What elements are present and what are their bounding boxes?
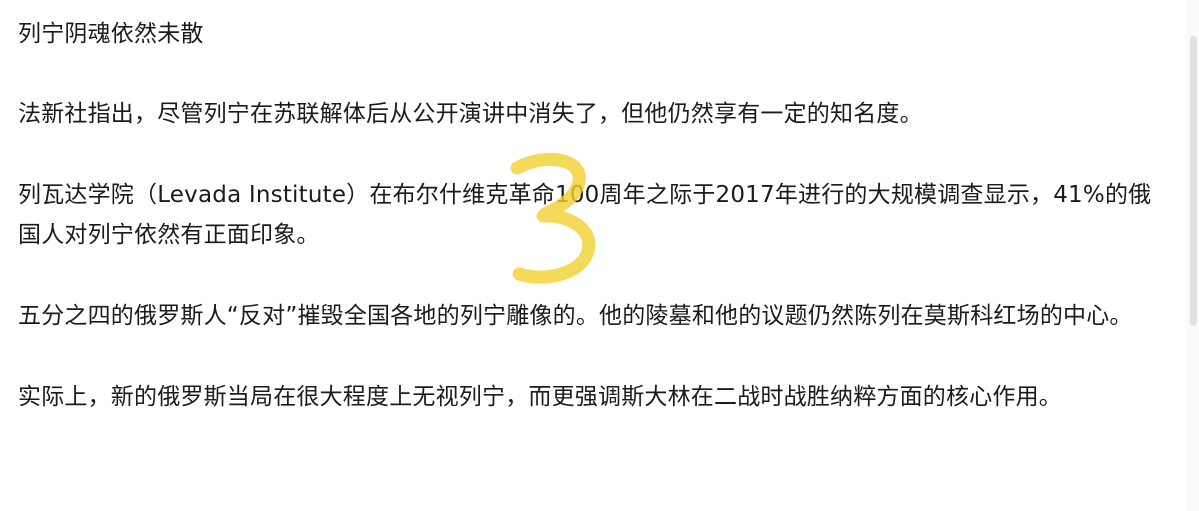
vertical-scrollbar[interactable]	[1187, 0, 1199, 511]
paragraph-levada-survey: 列瓦达学院（Levada Institute）在布尔什维克革命100周年之际于2…	[18, 182, 1152, 248]
paragraph-afp: 法新社指出，尽管列宁在苏联解体后从公开演讲中消失了，但他仍然享有一定的知名度。	[18, 101, 923, 127]
article-body: 列宁阴魂依然未散 法新社指出，尽管列宁在苏联解体后从公开演讲中消失了，但他仍然享…	[18, 14, 1168, 458]
article-heading: 列宁阴魂依然未散	[18, 21, 204, 47]
scrollbar-thumb[interactable]	[1190, 36, 1197, 326]
paragraph-statues: 五分之四的俄罗斯人“反对”摧毁全国各地的列宁雕像的。他的陵墓和他的议题仍然陈列在…	[18, 303, 1133, 329]
paragraph-authorities: 实际上，新的俄罗斯当局在很大程度上无视列宁，而更强调斯大林在二战时战胜纳粹方面的…	[18, 384, 1062, 410]
